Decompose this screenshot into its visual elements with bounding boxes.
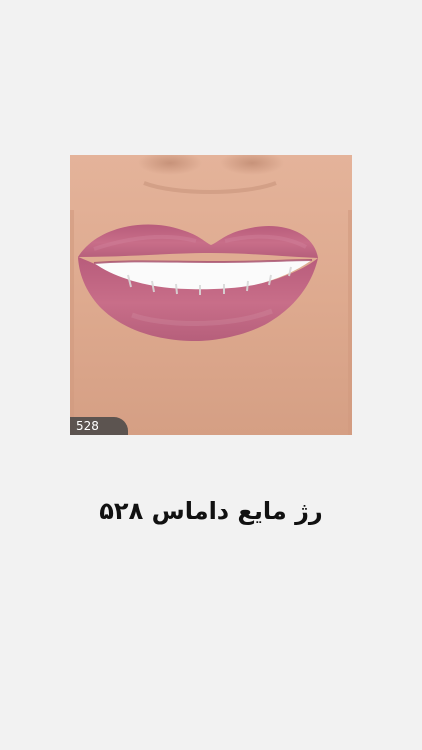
product-title: رژ مایع داماس ۵۲۸: [99, 497, 323, 525]
product-image: 528: [70, 155, 352, 435]
shade-number-badge: 528: [70, 417, 128, 435]
lips-photo: [70, 155, 352, 435]
